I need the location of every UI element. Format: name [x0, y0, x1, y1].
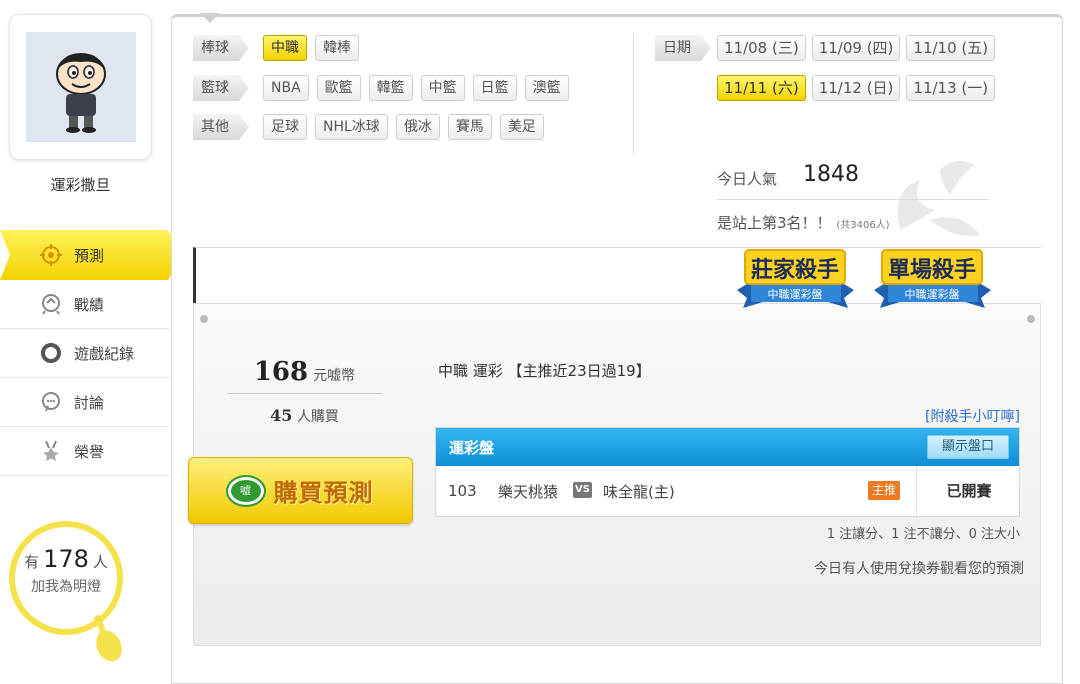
- handicap-summary: 1 注讓分、1 注不讓分、0 注大小: [826, 527, 1020, 542]
- lamp-prefix: 有: [24, 553, 40, 571]
- price: 168 元嘘幣: [227, 357, 382, 387]
- category-row-other: 其他 足球 NHL冰球 俄冰 賽馬 美足: [193, 114, 544, 140]
- nav-item-honor[interactable]: 榮譽: [0, 427, 170, 476]
- side-nav: 預測 戰績 遊戲紀錄 討論 榮譽: [0, 230, 182, 476]
- chip-american-football[interactable]: 美足: [499, 114, 544, 140]
- lamp-suffix: 人: [92, 553, 108, 571]
- chip-soccer[interactable]: 足球: [263, 114, 307, 140]
- category-label: 其他: [193, 114, 249, 140]
- away-team: 樂天桃猿: [498, 482, 559, 501]
- game-table-header: 運彩盤 顯示盤口: [436, 428, 1019, 466]
- avatar-character-icon: [26, 32, 136, 142]
- date-row-2: 11/11 (六) 11/12 (日) 11/13 (一): [717, 75, 996, 101]
- home-team: 味全龍(主): [603, 482, 675, 501]
- chip-china-basketball[interactable]: 中籃: [420, 75, 465, 101]
- game-status: 已開賽: [916, 466, 1021, 516]
- chip-russia-hockey[interactable]: 俄冰: [395, 114, 440, 140]
- rank-note: (共3406人): [836, 220, 890, 231]
- nav-item-label: 榮譽: [74, 442, 105, 461]
- target-icon: [40, 244, 62, 266]
- table-header-label: 運彩盤: [449, 438, 495, 457]
- nav-item-label: 討論: [74, 393, 105, 412]
- date-label-row: 日期: [655, 35, 717, 61]
- coin-icon: 嘘: [227, 476, 264, 505]
- badge-subtitle: 中職運彩盤: [768, 288, 823, 301]
- pin-icon: [1027, 315, 1035, 323]
- badge-subtitle: 中職運彩盤: [905, 288, 960, 301]
- site-logo-watermark-icon: [880, 150, 1000, 250]
- nav-item-game-log[interactable]: 遊戲紀錄: [0, 329, 170, 378]
- record-icon: [40, 293, 62, 315]
- chip-nhl[interactable]: NHL冰球: [315, 114, 388, 140]
- lamp-count: 有 178 人: [6, 545, 126, 573]
- pin-icon: [200, 315, 208, 323]
- buy-prediction-label: 購買預測: [273, 479, 374, 507]
- popularity-value: 1848: [803, 162, 859, 187]
- rank-message: 是站上第3名！！: [717, 214, 832, 232]
- game-table: 運彩盤 顯示盤口 103 樂天桃猿 VS 味全龍(主) 主推 已開賽: [435, 427, 1020, 517]
- chip-euro-basketball[interactable]: 歐籃: [316, 75, 361, 101]
- main-pick-badge: 主推: [868, 481, 901, 500]
- table-row[interactable]: 103 樂天桃猿 VS 味全龍(主) 主推 已開賽: [436, 466, 1019, 516]
- medal-icon: [40, 440, 62, 462]
- game-number: 103: [448, 482, 477, 500]
- date-chip[interactable]: 11/13 (一): [906, 75, 996, 101]
- ring-icon: [40, 342, 62, 364]
- category-row-basketball: 籃球 NBA 歐籃 韓籃 中籃 日籃 澳籃: [193, 75, 569, 101]
- show-odds-button[interactable]: 顯示盤口: [926, 435, 1009, 459]
- chip-kbo[interactable]: 韓棒: [315, 35, 359, 61]
- lamp-caption: 加我為明燈: [31, 579, 101, 595]
- badge-title: 單場殺手: [888, 257, 976, 282]
- date-chip-selected[interactable]: 11/11 (六): [717, 75, 806, 101]
- category-label: 籃球: [193, 75, 249, 101]
- killer-tip-link[interactable]: [附殺手小叮嚀]: [925, 406, 1020, 426]
- chip-japan-basketball[interactable]: 日籃: [472, 75, 517, 101]
- nav-item-discuss[interactable]: 討論: [0, 378, 170, 427]
- buyers-count: 45: [270, 406, 293, 425]
- chat-icon: [40, 391, 62, 413]
- date-chip[interactable]: 11/12 (日): [811, 75, 901, 101]
- nav-item-predict[interactable]: 預測: [0, 230, 182, 280]
- date-chip[interactable]: 11/09 (四): [811, 35, 901, 61]
- date-chip[interactable]: 11/10 (五): [906, 35, 996, 61]
- date-row-1: 11/08 (三) 11/09 (四) 11/10 (五): [717, 35, 996, 61]
- chip-cpbl[interactable]: 中職: [263, 35, 307, 61]
- badge-title: 莊家殺手: [751, 257, 839, 282]
- buy-prediction-button[interactable]: 嘘 購買預測: [188, 457, 413, 524]
- price-value: 168: [253, 357, 309, 387]
- divider: [227, 393, 382, 394]
- recommend-title: 中職 運彩 【主推近23日過19】: [438, 362, 651, 380]
- badge-banker-killer[interactable]: 莊家殺手 中職運彩盤: [733, 240, 858, 318]
- category-row-baseball: 棒球 中職 韓棒: [193, 35, 359, 61]
- chip-australia-basketball[interactable]: 澳籃: [524, 75, 569, 101]
- nav-item-record[interactable]: 戰績: [0, 280, 170, 329]
- chip-nba[interactable]: NBA: [263, 75, 309, 101]
- popularity-label: 今日人氣: [717, 170, 778, 188]
- chip-horse-racing[interactable]: 賽馬: [447, 114, 492, 140]
- date-chip[interactable]: 11/08 (三): [717, 35, 806, 61]
- buyers-unit: 人購買: [296, 409, 339, 425]
- category-label: 棒球: [193, 35, 249, 61]
- avatar-card[interactable]: [9, 14, 152, 160]
- username: 運彩撒旦: [50, 176, 111, 194]
- nav-item-label: 預測: [74, 246, 105, 265]
- frame-notch: [200, 13, 220, 23]
- divider: [633, 33, 634, 153]
- rank-text: 是站上第3名！！ (共3406人): [717, 212, 890, 233]
- nav-item-label: 遊戲紀錄: [74, 344, 135, 363]
- avatar[interactable]: [26, 32, 136, 142]
- divider: [717, 199, 989, 200]
- chip-korea-basketball[interactable]: 韓籃: [368, 75, 413, 101]
- vs-badge: VS: [573, 482, 592, 498]
- buyers: 45 人購買: [227, 406, 382, 426]
- lamp-number: 178: [43, 545, 89, 573]
- nav-item-label: 戰績: [74, 295, 105, 314]
- price-unit: 元嘘幣: [313, 368, 356, 384]
- voucher-note: 今日有人使用兌換券觀看您的預測: [814, 561, 1024, 577]
- badge-single-game-killer[interactable]: 單場殺手 中職運彩盤: [870, 240, 995, 318]
- date-label: 日期: [655, 35, 711, 61]
